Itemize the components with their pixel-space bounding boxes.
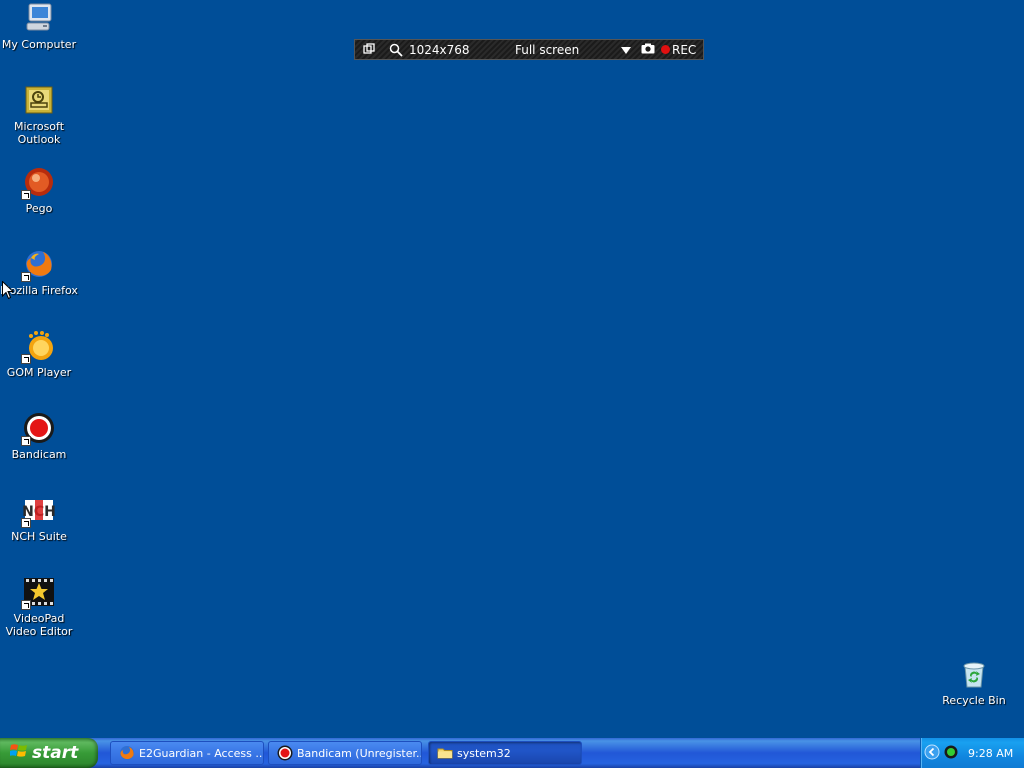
desktop-icon-label: Microsoft Outlook xyxy=(13,120,65,146)
outlook-icon xyxy=(23,84,55,116)
recorder-resolution: 1024x768 xyxy=(409,42,470,57)
folder-icon xyxy=(437,745,453,761)
bandicam-tray-icon[interactable] xyxy=(944,745,958,762)
nch-suite-icon: NCH xyxy=(21,494,56,528)
chevron-down-icon[interactable] xyxy=(621,43,631,57)
desktop-icon-label: Pego xyxy=(25,202,53,215)
taskbar-button-label: E2Guardian - Access ... xyxy=(139,746,264,760)
desktop-icon-pego[interactable]: Pego xyxy=(0,166,78,215)
taskbar-button-bandicam[interactable]: Bandicam (Unregister... xyxy=(268,741,422,765)
shortcut-arrow-icon xyxy=(21,518,31,528)
taskbar-button-label: system32 xyxy=(457,746,511,760)
record-dot-icon xyxy=(661,45,670,54)
start-button[interactable]: start xyxy=(0,738,98,768)
gom-player-icon xyxy=(21,330,55,364)
shortcut-arrow-icon xyxy=(21,190,31,200)
system-tray: 9:28 AM xyxy=(920,738,1024,768)
pego-icon xyxy=(21,166,55,200)
desktop-icon-label: My Computer xyxy=(1,38,77,51)
rec-label: REC xyxy=(672,42,697,57)
recycle-bin-icon xyxy=(958,658,990,690)
bandicam-icon xyxy=(277,745,293,761)
taskbar-button-label: Bandicam (Unregister... xyxy=(297,746,422,760)
mouse-cursor-icon xyxy=(2,280,15,304)
firefox-icon xyxy=(119,745,135,761)
desktop-icon-bandicam[interactable]: Bandicam xyxy=(0,412,78,461)
shortcut-arrow-icon xyxy=(21,600,31,610)
taskbar: start E2Guardian - Access ... Bandicam (… xyxy=(0,738,1024,768)
desktop-icon-nch-suite[interactable]: NCH NCH Suite xyxy=(0,494,78,543)
shortcut-arrow-icon xyxy=(21,436,31,446)
windows-logo-icon xyxy=(9,742,28,765)
desktop-icon-my-computer[interactable]: My Computer xyxy=(0,2,78,51)
my-computer-icon xyxy=(23,2,55,34)
tray-clock[interactable]: 9:28 AM xyxy=(968,747,1013,760)
desktop-icon-label: Bandicam xyxy=(11,448,67,461)
desktop-icon-outlook[interactable]: Microsoft Outlook xyxy=(0,84,78,146)
bandicam-icon xyxy=(21,412,55,446)
taskbar-button-system32[interactable]: system32 xyxy=(428,741,582,765)
camera-icon[interactable] xyxy=(641,43,655,57)
desktop-icon-label: Recycle Bin xyxy=(942,694,1006,707)
desktop: My Computer Microsoft Outlook Pego Mozil… xyxy=(0,0,1024,738)
firefox-icon xyxy=(21,248,55,282)
desktop-icon-label: NCH Suite xyxy=(11,530,67,543)
search-icon[interactable] xyxy=(389,43,403,57)
recorder-mode[interactable]: Full screen xyxy=(515,43,615,57)
desktop-icon-label: GOM Player xyxy=(6,366,72,379)
shortcut-arrow-icon xyxy=(21,272,31,282)
desktop-icon-recycle-bin[interactable]: Recycle Bin xyxy=(935,658,1013,707)
rec-button[interactable]: REC xyxy=(661,43,696,57)
desktop-icon-videopad[interactable]: VideoPad Video Editor xyxy=(0,576,78,638)
desktop-icon-label: VideoPad Video Editor xyxy=(5,612,73,638)
start-label: start xyxy=(32,743,79,763)
shortcut-arrow-icon xyxy=(21,354,31,364)
desktop-icon-gom-player[interactable]: GOM Player xyxy=(0,330,78,379)
window-mode-icon[interactable] xyxy=(363,42,377,57)
recorder-toolbar: 1024x768 Full screen REC xyxy=(354,39,704,60)
taskbar-button-e2guardian[interactable]: E2Guardian - Access ... xyxy=(110,741,264,765)
videopad-icon xyxy=(21,576,55,610)
tray-expand-icon[interactable] xyxy=(924,744,940,763)
